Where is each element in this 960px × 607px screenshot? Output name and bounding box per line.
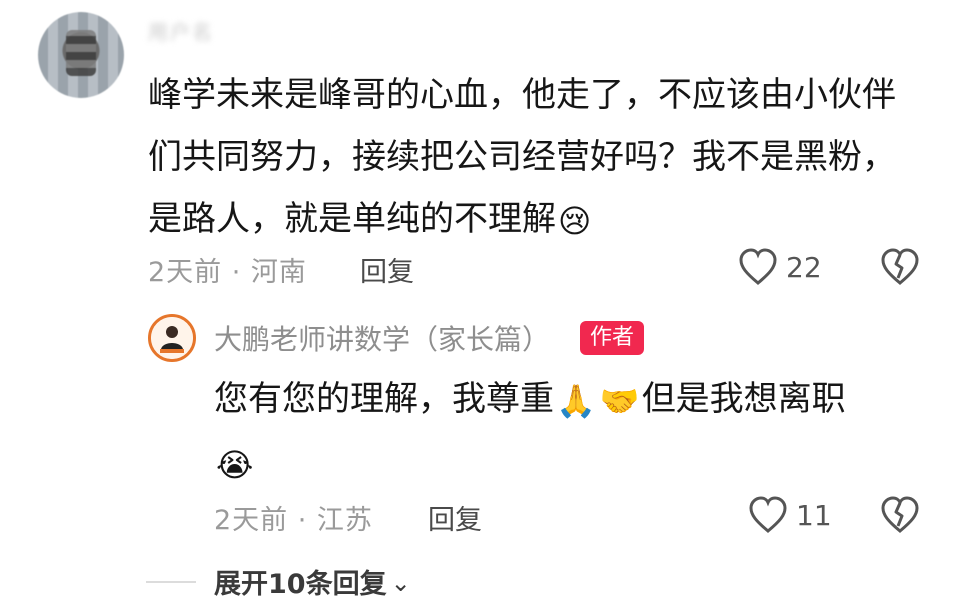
reply-body-part2: 但是我想离职 <box>641 379 846 419</box>
author-badge: 作者 <box>580 321 645 355</box>
reply-like-count: 11 <box>796 499 832 532</box>
expand-replies-button[interactable]: 展开10条回复 ⌄ <box>214 562 411 601</box>
reply-body-part1: 您有您的理解，我尊重 <box>214 379 554 419</box>
reply-time-location: 2天前 · 江苏 <box>214 505 373 536</box>
chevron-down-icon: ⌄ <box>390 569 411 597</box>
comment-text: 峰学未来是峰哥的心血，他走了，不应该由小伙伴们共同努力，接续把公司经营好吗？我不… <box>148 64 908 252</box>
comment-body: 峰学未来是峰哥的心血，他走了，不应该由小伙伴们共同努力，接续把公司经营好吗？我不… <box>148 75 896 239</box>
reply-dislike-broken-heart-icon[interactable] <box>880 496 920 534</box>
reply-reply-button[interactable]: 回复 <box>428 498 482 537</box>
handshake-emoji: 🤝 <box>599 382 640 420</box>
commenter-name-blurred[interactable]: 用户名 <box>148 16 270 44</box>
comment-like-heart-icon[interactable] <box>738 248 778 286</box>
expand-divider <box>146 581 196 583</box>
author-avatar[interactable] <box>148 314 196 362</box>
expand-replies-label: 展开10条回复 <box>214 569 387 600</box>
loudly-crying-emoji: 😭 <box>216 446 254 484</box>
author-name[interactable]: 大鹏老师讲数学（家长篇） <box>214 318 550 358</box>
comment-dislike-broken-heart-icon[interactable] <box>880 248 920 286</box>
reply-text: 您有您的理解，我尊重🙏 🤝但是我想离职 😭 <box>214 368 914 496</box>
crying-face-emoji: 😢 <box>558 202 592 240</box>
comment-like-count: 22 <box>786 251 822 284</box>
pray-emoji: 🙏 <box>556 382 596 420</box>
comment-time-location: 2天前 · 河南 <box>148 257 307 288</box>
commenter-avatar[interactable] <box>38 12 124 98</box>
reply-like-heart-icon[interactable] <box>748 496 788 534</box>
comment-reply-button[interactable]: 回复 <box>360 250 414 289</box>
